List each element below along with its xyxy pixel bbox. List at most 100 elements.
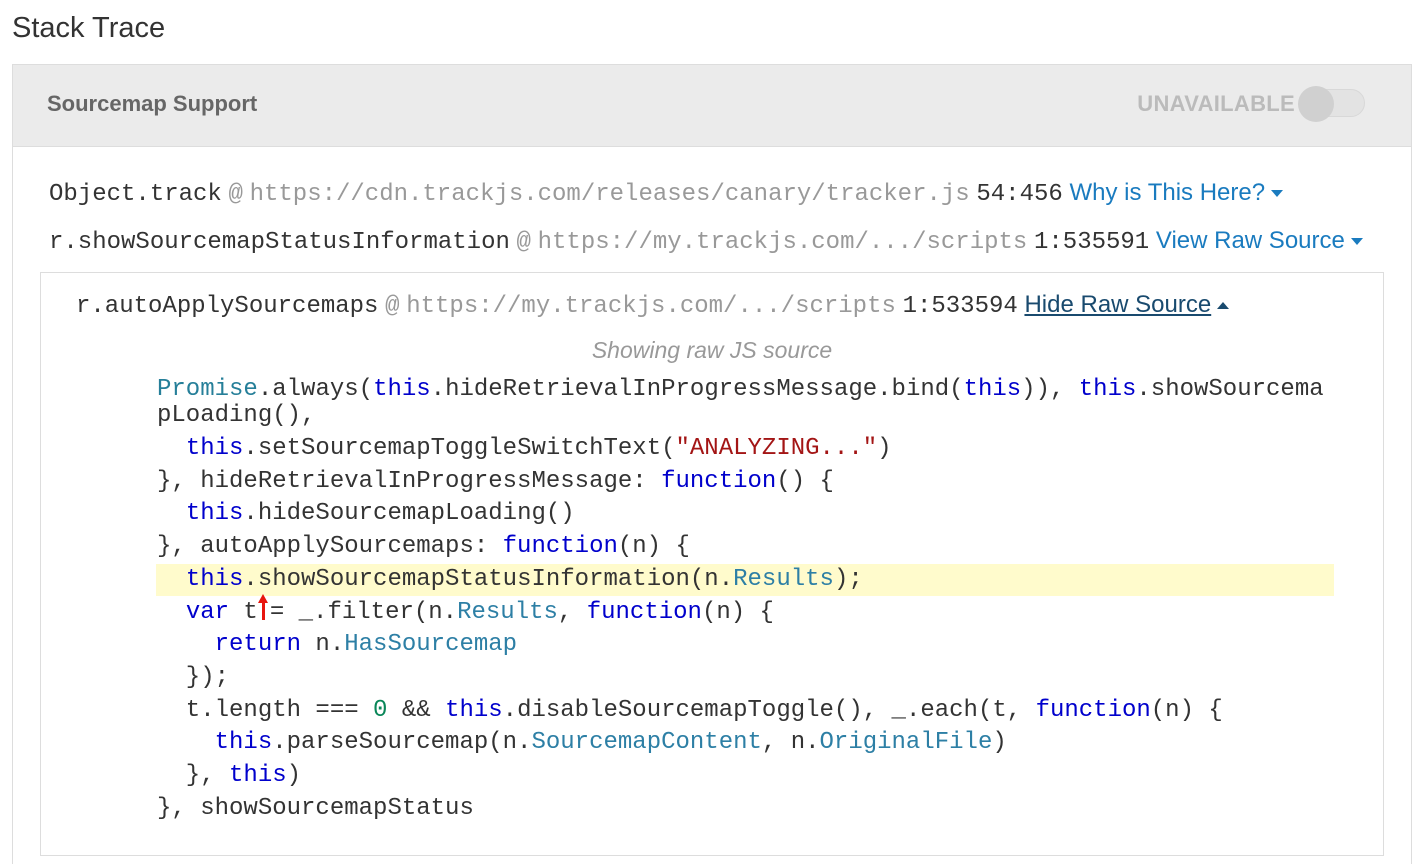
code-token: ) xyxy=(992,729,1007,757)
code-line: pLoading(), xyxy=(157,403,1337,433)
sourcemap-toggle[interactable] xyxy=(1298,86,1365,122)
frame-function: r.showSourcemapStatusInformation xyxy=(49,229,510,256)
code-token: , n. xyxy=(761,729,820,757)
code-token: HasSourcemap xyxy=(344,631,518,659)
code-token: this xyxy=(229,761,287,789)
page-title: Stack Trace xyxy=(12,12,166,44)
frame-at-symbol: @ xyxy=(228,181,243,208)
code-token: ) xyxy=(877,435,892,462)
code-token: return xyxy=(214,631,302,659)
code-token: .parseSourcemap(n. xyxy=(272,729,532,757)
code-token: . xyxy=(257,376,273,403)
code-token: OriginalFile xyxy=(819,729,993,757)
frame-function: r.autoApplySourcemaps xyxy=(76,293,379,320)
code-token: }, showSourcemapStatus xyxy=(157,794,474,822)
error-position-arrow-icon xyxy=(257,594,270,621)
code-token: ) xyxy=(286,761,302,789)
frame-url: https://cdn.trackjs.com/releases/canary/… xyxy=(249,181,970,208)
code-token: this xyxy=(214,729,273,757)
code-token: = _.filter(n. xyxy=(269,599,458,627)
code-token: this xyxy=(185,500,244,528)
code-token: && xyxy=(387,696,446,724)
code-line: var t = _.filter(n.Results, function(n) { xyxy=(157,594,1337,629)
sourcemap-support-label: Sourcemap Support xyxy=(47,91,258,116)
code-token: Promise xyxy=(157,376,258,403)
code-token: .setSourcemapToggleSwitchText( xyxy=(243,435,676,462)
frame-url: https://my.trackjs.com/.../scripts xyxy=(537,229,1028,256)
sourcemap-status-label: UNAVAILABLE xyxy=(1137,91,1295,116)
stack-frame-expanded: r.autoApplySourcemaps @ https://my.track… xyxy=(76,290,1230,322)
code-token: .disableSourcemapToggle(), _.each(t, xyxy=(502,696,1036,724)
code-token: t xyxy=(229,599,258,627)
code-token: this xyxy=(373,376,431,403)
code-token: this xyxy=(445,696,503,724)
code-token: n. xyxy=(301,631,345,659)
hide-raw-source-link[interactable]: Hide Raw Source xyxy=(1024,291,1230,318)
view-raw-source-link[interactable]: View Raw Source xyxy=(1156,227,1363,254)
code-token: (n) { xyxy=(617,533,690,561)
why-is-this-here-label: Why is This Here? xyxy=(1069,179,1266,206)
code-line: Promise.always(this.hideRetrievalInProgr… xyxy=(157,377,1337,403)
frame-at-symbol: @ xyxy=(516,229,531,256)
frame-position: 54:456 xyxy=(976,181,1063,208)
code-line: this.parseSourcemap(n.SourcemapContent, … xyxy=(157,727,1337,760)
code-token: function xyxy=(661,467,777,495)
code-token: SourcemapContent xyxy=(531,729,762,757)
code-token: function xyxy=(502,533,618,561)
code-line: return n.HasSourcemap xyxy=(157,629,1337,662)
caret-up-icon xyxy=(1217,302,1230,310)
code-token: function xyxy=(586,599,702,627)
code-token: )), xyxy=(1021,376,1079,403)
code-token: pLoading(), xyxy=(157,402,316,429)
frame-position: 1:535591 xyxy=(1033,229,1150,256)
code-line: }, hideRetrievalInProgressMessage: funct… xyxy=(157,466,1337,499)
caret-down-icon xyxy=(1350,238,1363,246)
code-token: .hideRetrievalInProgressMessage.bind( xyxy=(430,376,964,403)
why-is-this-here-link[interactable]: Why is This Here? xyxy=(1069,179,1284,206)
code-line: }, this) xyxy=(157,760,1337,793)
code-block: Promise.always(this.hideRetrievalInProgr… xyxy=(156,377,1337,826)
code-token: this xyxy=(185,435,244,462)
raw-source-note: Showing raw JS source xyxy=(591,337,833,363)
sourcemap-header: Sourcemap Support UNAVAILABLE xyxy=(13,65,1411,147)
code-line: }, showSourcemapStatus xyxy=(157,793,1337,826)
code-token: , xyxy=(557,599,587,627)
stack-frame: Object.track @ https://cdn.trackjs.com/r… xyxy=(49,178,1284,210)
frame-position: 1:533594 xyxy=(902,293,1018,320)
code-token: "ANALYZING..." xyxy=(675,435,878,462)
code-line: t.length === 0 && this.disableSourcemapT… xyxy=(157,695,1337,728)
view-raw-source-label: View Raw Source xyxy=(1155,227,1345,254)
code-line: this.hideSourcemapLoading() xyxy=(157,498,1337,531)
frame-url: https://my.trackjs.com/.../scripts xyxy=(406,293,896,320)
code-token: .showSourcema xyxy=(1136,376,1324,403)
toggle-knob xyxy=(1298,86,1334,122)
code-token: Results xyxy=(457,599,558,627)
stack-frame: r.showSourcemapStatusInformation @ https… xyxy=(49,226,1363,258)
code-token: (n) { xyxy=(1150,696,1223,724)
code-token: .showSourcemapStatusInformation(n. xyxy=(243,565,734,593)
code-token: var xyxy=(185,599,230,627)
code-line: }, autoApplySourcemaps: function(n) { xyxy=(157,531,1337,564)
code-token: }); xyxy=(157,663,230,691)
code-token: .hideSourcemapLoading() xyxy=(243,500,575,528)
frame-at-symbol: @ xyxy=(385,293,400,320)
frame-function: Object.track xyxy=(49,181,222,208)
caret-down-icon xyxy=(1271,190,1284,198)
code-token: function xyxy=(1035,696,1151,724)
hide-raw-source-label: Hide Raw Source xyxy=(1024,291,1212,318)
code-token: (n) { xyxy=(701,599,774,627)
code-token: this xyxy=(1078,376,1137,403)
code-token: }, hideRetrievalInProgressMessage: xyxy=(157,467,662,495)
code-line: this.setSourcemapToggleSwitchText("ANALY… xyxy=(157,433,1337,466)
code-token: }, xyxy=(157,761,230,789)
code-token: this xyxy=(963,376,1022,403)
code-line: }); xyxy=(157,662,1337,695)
code-token: Results xyxy=(733,565,834,593)
code-token: () { xyxy=(776,467,834,495)
